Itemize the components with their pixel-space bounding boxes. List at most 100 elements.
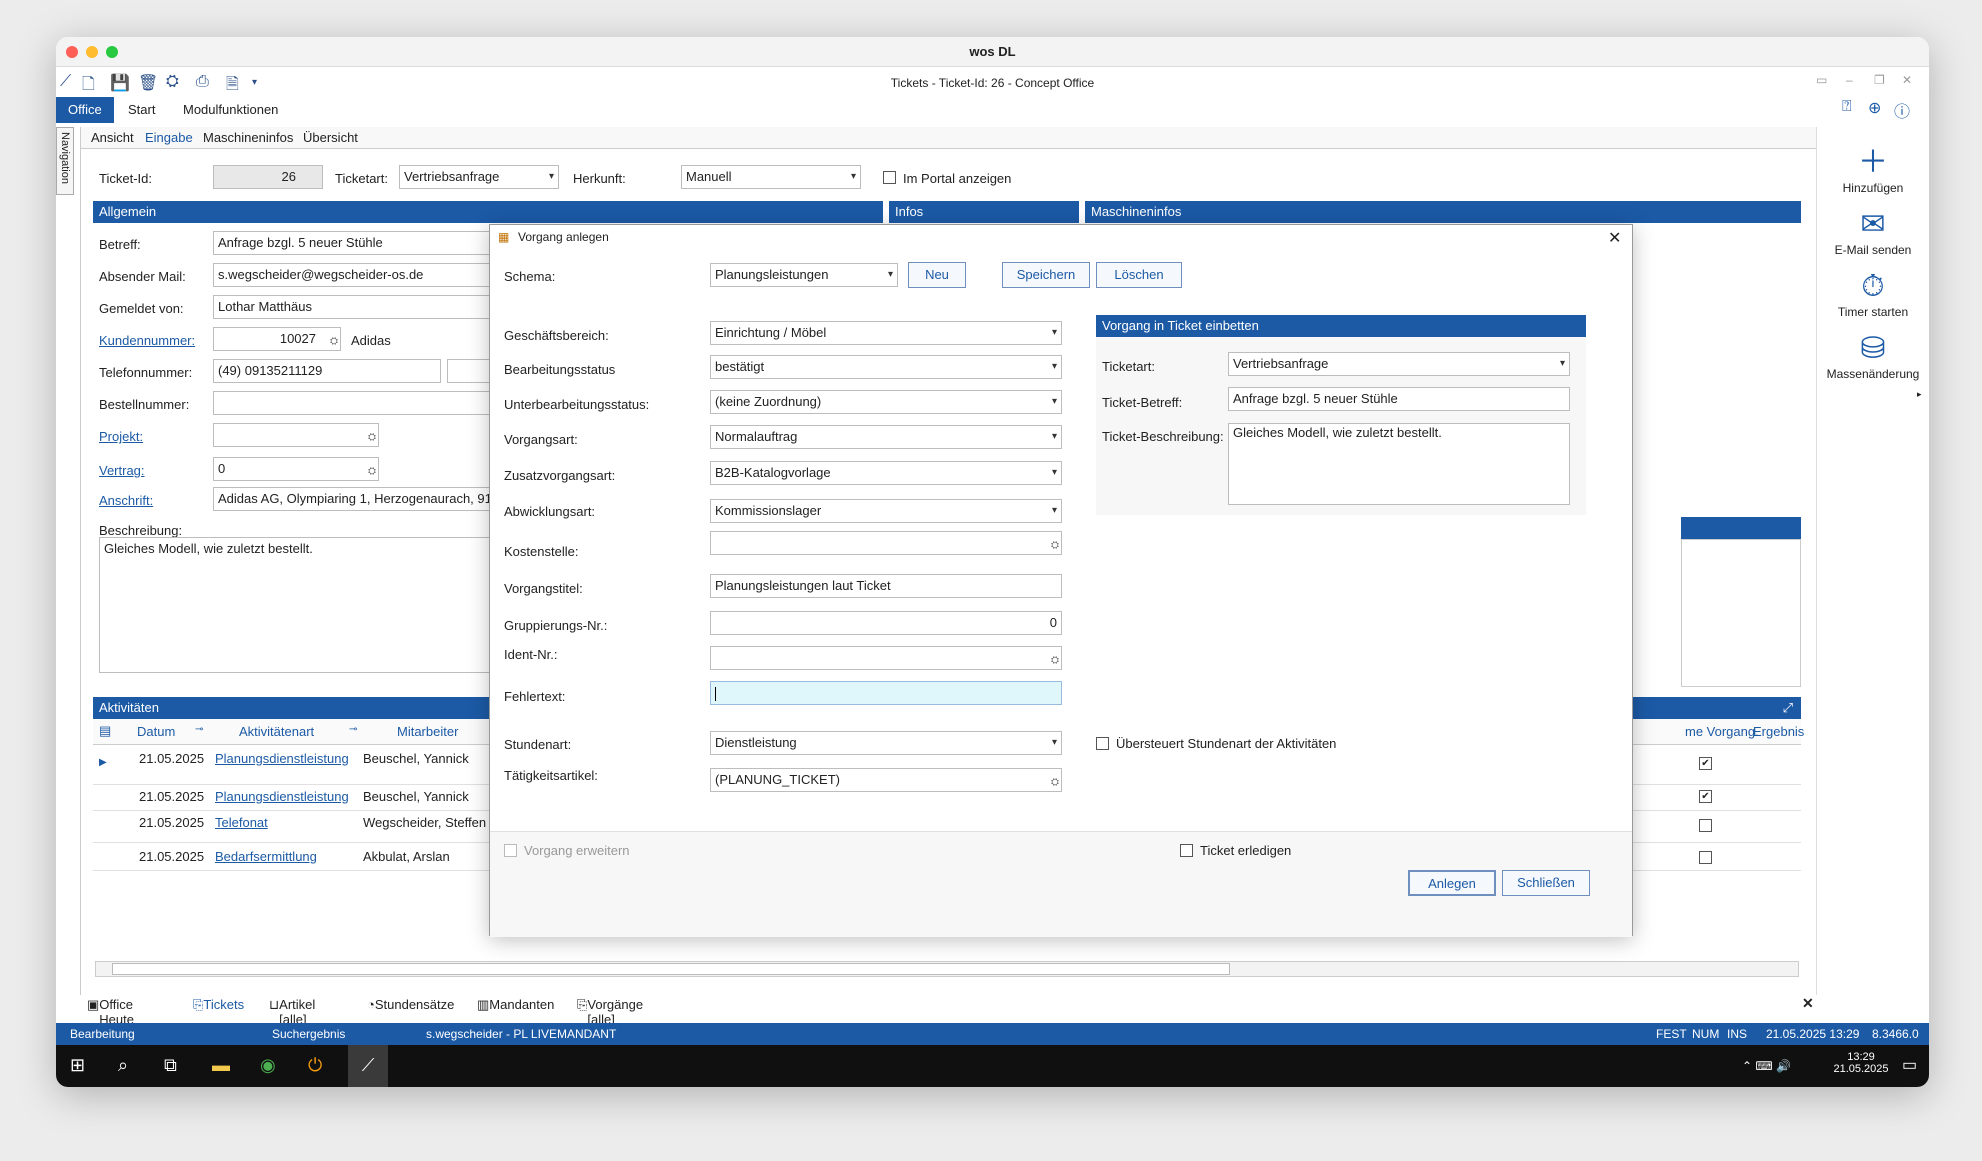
close-tab-icon[interactable]: ✕ [1802, 995, 1814, 1012]
kundennummer-link[interactable]: Kundennummer: [99, 333, 195, 348]
tab-vorgaenge[interactable]: ⎘ Vorgänge [alle] [577, 997, 643, 1027]
binoculars-icon[interactable]: ⛭ [368, 427, 376, 446]
embed-ticketart-select[interactable]: Vertriebsanfrage [1228, 352, 1570, 376]
globe-icon[interactable]: ⊕ [1868, 98, 1881, 118]
vertrag-field[interactable]: 0 ⛭ [213, 457, 379, 481]
schliessen-button[interactable]: Schließen [1502, 870, 1590, 896]
minimize-window-button[interactable] [86, 46, 98, 58]
col-datum[interactable]: Datum [137, 724, 175, 739]
tab-modulfunktionen[interactable]: Modulfunktionen [183, 102, 278, 117]
mass-change-button[interactable]: ⛁ Massenänderung [1813, 331, 1929, 381]
notification-icon[interactable]: ▭ [1902, 1055, 1917, 1075]
row-checkbox[interactable] [1699, 819, 1712, 832]
binoculars-icon[interactable]: ⛭ [1051, 535, 1059, 554]
stundenart-select[interactable]: Dienstleistung [710, 731, 1062, 755]
fehlertext-field[interactable] [710, 681, 1062, 705]
col-mitarbeiter[interactable]: Mitarbeiter [397, 724, 458, 739]
tab-artikel[interactable]: ⊔ Artikel [alle] [269, 997, 315, 1027]
dialog-close-icon[interactable]: ✕ [1608, 228, 1621, 248]
subtab-eingabe[interactable]: Eingabe [145, 130, 193, 145]
horizontal-scrollbar[interactable] [95, 961, 1799, 977]
gruppierungs-field[interactable]: 0 [710, 611, 1062, 635]
pin-icon[interactable]: ⊸ [195, 724, 203, 735]
email-button[interactable]: ✉ E-Mail senden [1813, 207, 1929, 257]
task-view-icon[interactable]: ⧉ [164, 1055, 177, 1076]
concept-office-taskbar-icon[interactable]: ⟋ [348, 1045, 388, 1087]
portal-checkbox[interactable] [883, 171, 896, 184]
col-vorgang[interactable]: me Vorgang. [1685, 724, 1759, 739]
binoculars-icon[interactable]: ⛭ [368, 461, 376, 480]
geschaeftsbereich-select[interactable]: Einrichtung / Möbel [710, 321, 1062, 345]
tray-icons[interactable]: ⌃ ⌨ 🔊 [1742, 1059, 1791, 1073]
gemeldet-field[interactable]: Lothar Matthäus [213, 295, 533, 319]
windows-start-icon[interactable]: ⊞ [70, 1055, 85, 1076]
embed-beschreibung-field[interactable]: Gleiches Modell, wie zuletzt bestellt. [1228, 423, 1570, 505]
binoculars-icon[interactable]: ⛭ [1051, 650, 1059, 669]
col-aktivitaetenart[interactable]: Aktivitätenart [239, 724, 314, 739]
app-orange-icon[interactable]: ⏻ [308, 1055, 322, 1076]
row-art[interactable]: Planungsdienstleistung [215, 751, 349, 766]
unterbearbeitungsstatus-select[interactable]: (keine Zuordnung) [710, 390, 1062, 414]
subtab-maschineninfos[interactable]: Maschineninfos [203, 130, 293, 145]
pin-icon[interactable]: ⊸ [349, 724, 357, 735]
close-window-button[interactable] [66, 46, 78, 58]
erledigen-checkbox[interactable] [1180, 844, 1193, 857]
schema-select[interactable]: Planungsleistungen [710, 263, 898, 287]
row-checkbox[interactable] [1699, 851, 1712, 864]
anschrift-link[interactable]: Anschrift: [99, 493, 153, 508]
anschrift-field[interactable]: Adidas AG, Olympiaring 1, Herzogenaurach… [213, 487, 533, 511]
projekt-link[interactable]: Projekt: [99, 429, 143, 444]
row-checkbox[interactable]: ✔ [1699, 757, 1712, 770]
loeschen-button[interactable]: Löschen [1096, 262, 1182, 288]
binoculars-icon[interactable]: ⛭ [330, 331, 338, 350]
navigation-sidebar-tab[interactable]: Navigation [56, 127, 74, 195]
zusatzvorgangsart-select[interactable]: B2B-Katalogvorlage [710, 461, 1062, 485]
file-explorer-icon[interactable]: ▬ [212, 1055, 230, 1076]
speichern-button[interactable]: Speichern [1002, 262, 1090, 288]
vorgangstitel-field[interactable]: Planungsleistungen laut Ticket [710, 574, 1062, 598]
taskbar-clock[interactable]: 13:29 21.05.2025 [1826, 1051, 1896, 1075]
add-button[interactable]: ＋ Hinzufügen [1813, 145, 1929, 195]
zoom-window-button[interactable] [106, 46, 118, 58]
tab-start[interactable]: Start [128, 102, 155, 117]
beschreibung-field[interactable]: Gleiches Modell, wie zuletzt bestellt. [99, 537, 533, 673]
uebersteuert-checkbox[interactable] [1096, 737, 1109, 750]
ticketart-select[interactable]: Vertriebsanfrage [399, 165, 559, 189]
search-icon[interactable]: ⌕ [118, 1055, 128, 1076]
close-icon[interactable]: ✕ [1902, 73, 1912, 87]
telefon-field[interactable]: (49) 09135211129 [213, 359, 441, 383]
expand-icon[interactable]: ⤢ [1783, 697, 1793, 719]
tab-stundensaetze[interactable]: ◔ Stundensätze [367, 997, 454, 1012]
kundennummer-field[interactable]: 10027 ⛭ [213, 327, 341, 351]
col-ergebnis[interactable]: Ergebnis [1753, 724, 1804, 739]
timer-button[interactable]: ⏱ Timer starten [1813, 269, 1929, 319]
taetigkeitsartikel-field[interactable]: (PLANUNG_TICKET) ⛭ [710, 768, 1062, 792]
scrollbar-thumb[interactable] [112, 963, 1230, 975]
bestellnummer-field[interactable] [213, 391, 533, 415]
column-chooser-icon[interactable]: ▤ [99, 723, 111, 739]
help-icon[interactable]: ⍰ [1842, 98, 1852, 116]
projekt-field[interactable]: ⛭ [213, 423, 379, 447]
row-art[interactable]: Bedarfsermittlung [215, 849, 317, 864]
tab-mandanten[interactable]: ▥ Mandanten [477, 997, 554, 1013]
vorgangsart-select[interactable]: Normalauftrag [710, 425, 1062, 449]
ident-field[interactable]: ⛭ [710, 646, 1062, 670]
tab-tickets[interactable]: ⎘ Tickets [193, 997, 244, 1013]
tab-office-heute[interactable]: ▣ Office Heute [87, 997, 134, 1027]
tab-office[interactable]: Office [56, 97, 114, 123]
herkunft-select[interactable]: Manuell [681, 165, 861, 189]
chrome-icon[interactable]: ◉ [260, 1055, 276, 1076]
vertrag-link[interactable]: Vertrag: [99, 463, 145, 478]
row-art[interactable]: Telefonat [215, 815, 268, 830]
neu-button[interactable]: Neu [908, 262, 966, 288]
embed-betreff-field[interactable]: Anfrage bzgl. 5 neuer Stühle [1228, 387, 1570, 411]
minimize-icon[interactable]: – [1846, 73, 1853, 87]
anlegen-button[interactable]: Anlegen [1408, 870, 1496, 896]
bearbeitungsstatus-select[interactable]: bestätigt [710, 355, 1062, 379]
restore-icon[interactable]: ❐ [1874, 73, 1885, 87]
info-icon[interactable]: ⓘ [1894, 98, 1910, 122]
subtab-ansicht[interactable]: Ansicht [91, 130, 134, 145]
kostenstelle-field[interactable]: ⛭ [710, 531, 1062, 555]
abwicklungsart-select[interactable]: Kommissionslager [710, 499, 1062, 523]
row-checkbox[interactable]: ✔ [1699, 790, 1712, 803]
